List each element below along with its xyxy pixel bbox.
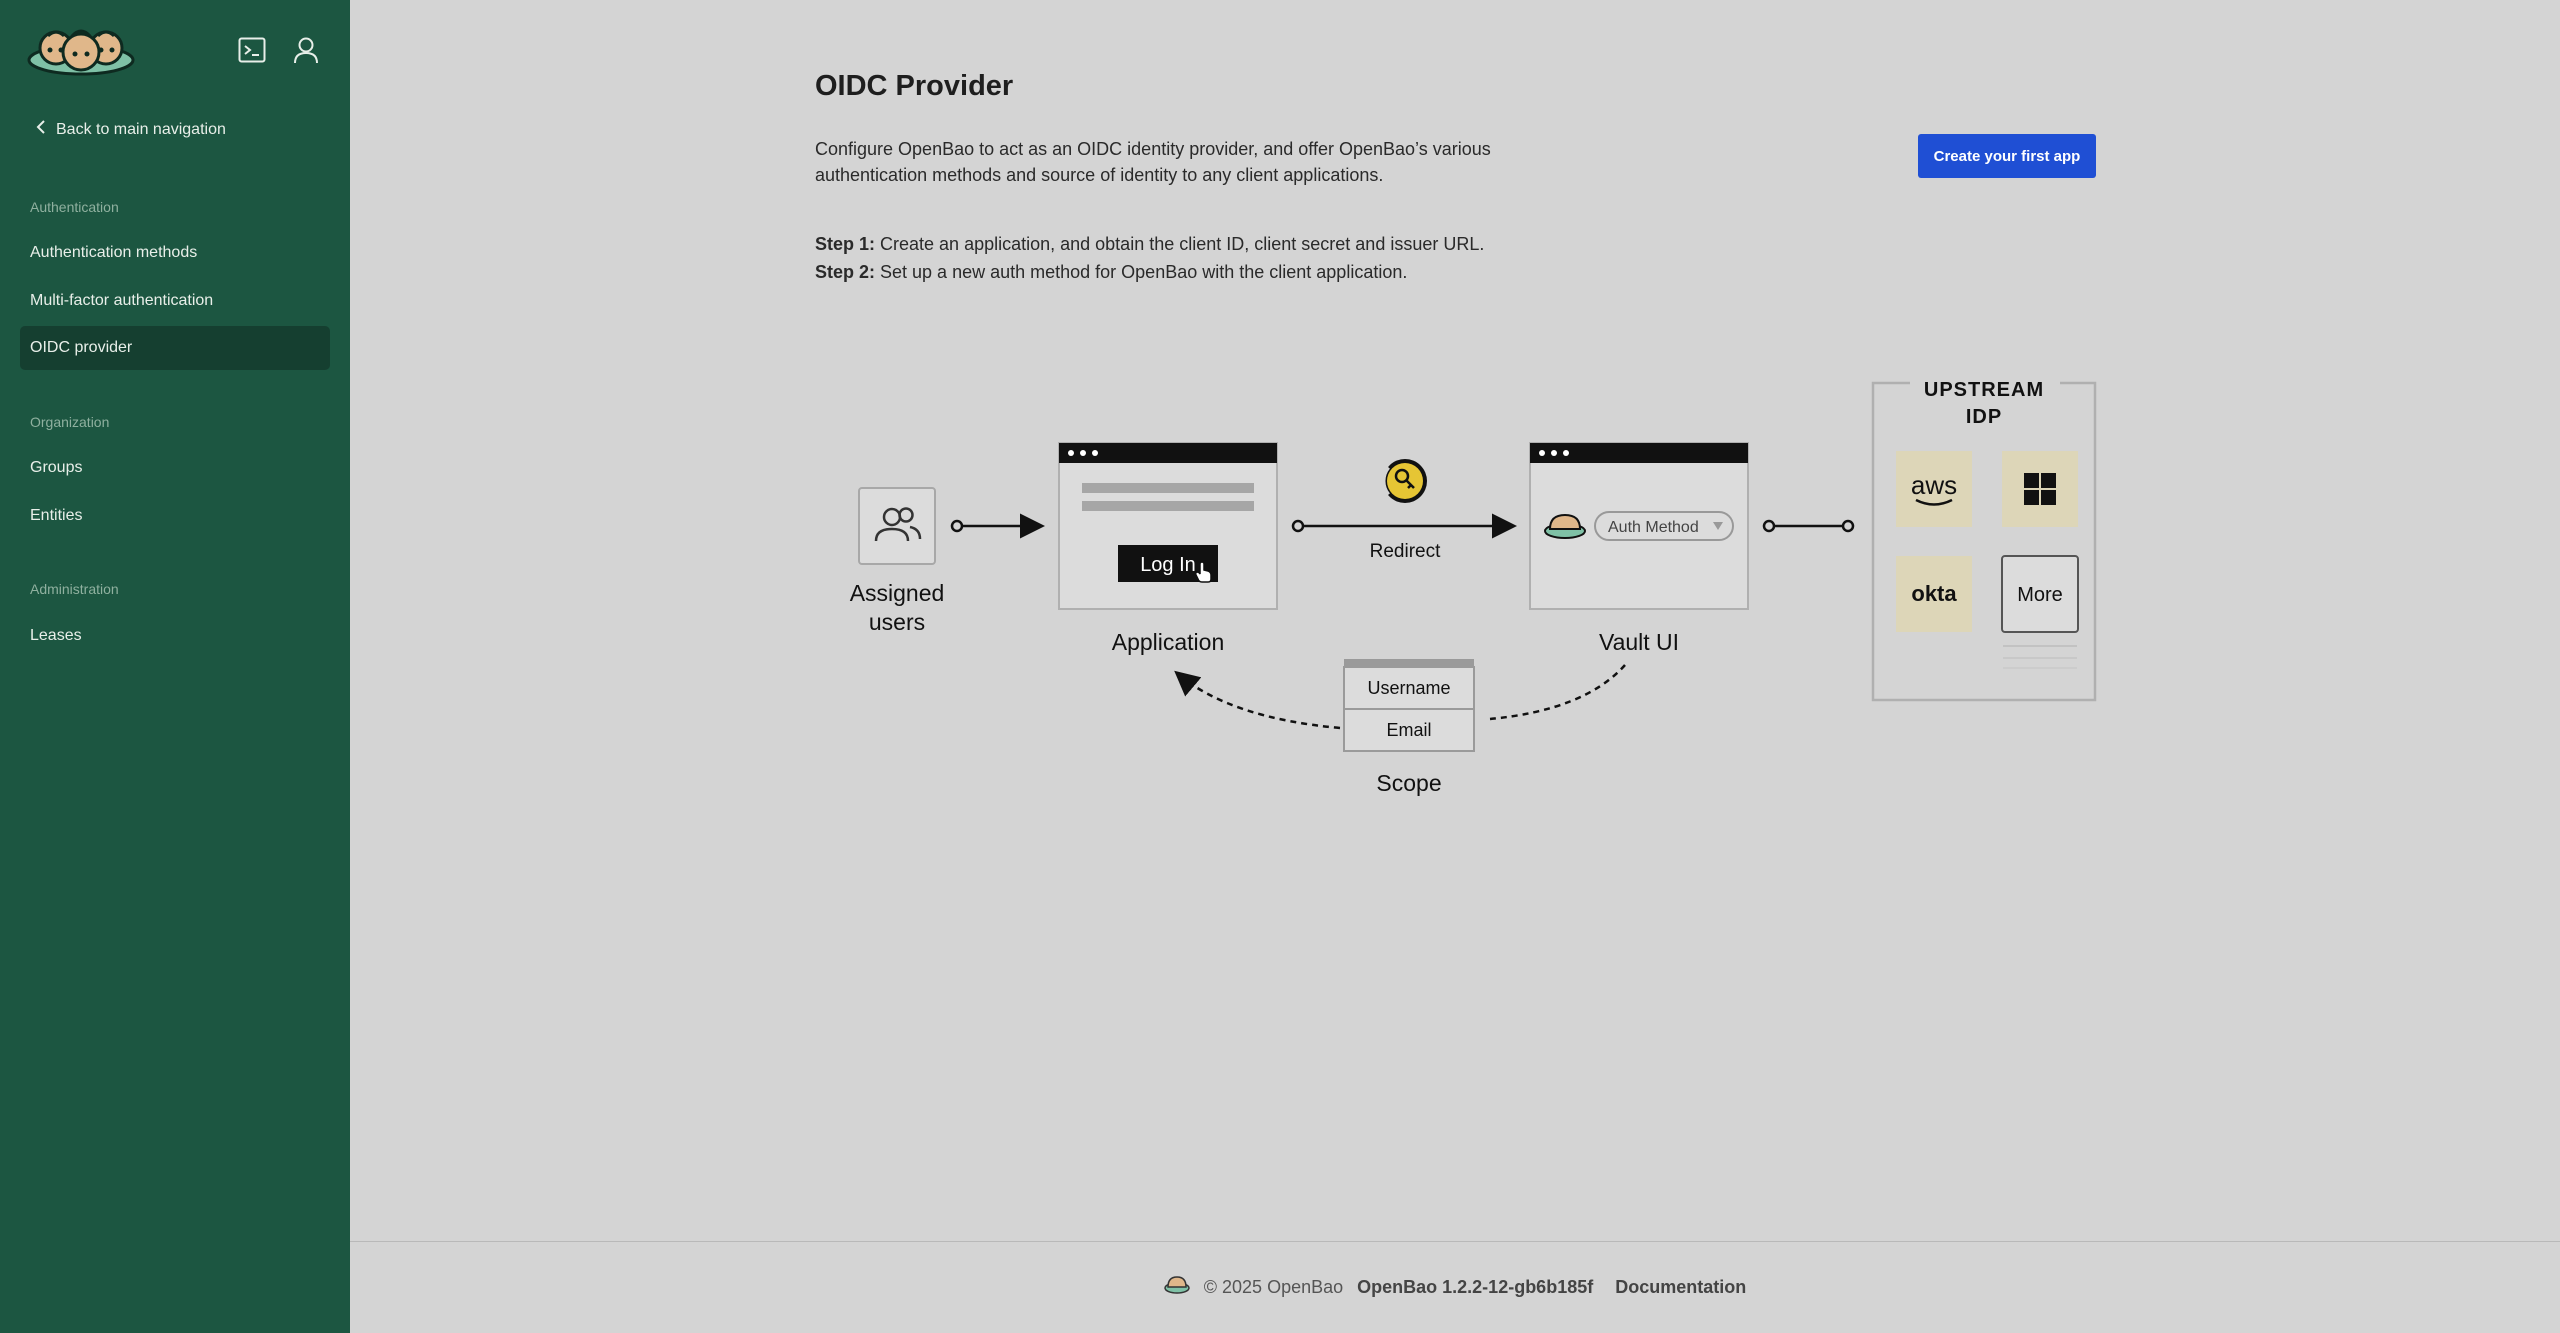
assigned-users-label-line1: Assigned (850, 580, 945, 606)
assigned-users-node: Assigned users (850, 487, 945, 635)
okta-logo-text: okta (1911, 581, 1957, 606)
sidebar-item-leases[interactable]: Leases (20, 614, 330, 658)
login-label: Log In (1140, 554, 1196, 576)
scope-box: Username Email Scope (1343, 659, 1475, 796)
main-content: OIDC Provider Configure OpenBao to act a… (350, 0, 2560, 1333)
scope-label: Scope (1376, 770, 1441, 796)
idp-microsoft-tile (2002, 451, 2078, 527)
arrow-users-to-app (950, 513, 1045, 539)
sidebar-item-groups[interactable]: Groups (20, 446, 330, 490)
idp-more-tile: More (2001, 555, 2079, 669)
footer: © 2025 OpenBao OpenBao 1.2.2-12-gb6b185f… (350, 1241, 2560, 1333)
auth-method-label: Auth Method (1608, 519, 1699, 536)
section-organization: Organization (30, 414, 110, 430)
footer-version: OpenBao 1.2.2-12-gb6b185f (1357, 1277, 1594, 1297)
create-first-app-button[interactable]: Create your first app (1918, 134, 2096, 178)
openbao-footer-logo-icon (1164, 1276, 1190, 1299)
application-label: Application (1112, 629, 1225, 655)
scope-item-email: Email (1386, 720, 1431, 740)
more-label: More (2017, 584, 2063, 606)
vault-ui-window: Auth Method Vault UI (1529, 442, 1749, 655)
page-title: OIDC Provider (815, 70, 1014, 102)
steps-list: Step 1: Create an application, and obtai… (815, 230, 1484, 286)
scope-item-username: Username (1367, 678, 1450, 698)
aws-logo-text: aws (1911, 470, 1957, 500)
console-icon[interactable] (236, 34, 268, 66)
sidebar: Back to main navigation Authentication A… (0, 0, 350, 1333)
connector-vault-to-idp (1762, 519, 1855, 533)
back-to-main-navigation-link[interactable]: Back to main navigation (36, 120, 226, 139)
footer-copyright: © 2025 OpenBao (1203, 1277, 1344, 1297)
key-icon (1380, 459, 1427, 503)
footer-documentation-link[interactable]: Documentation (1615, 1277, 1746, 1298)
openbao-logo[interactable] (26, 22, 136, 76)
vault-ui-label: Vault UI (1599, 629, 1679, 655)
sidebar-item-authentication-methods[interactable]: Authentication methods (20, 231, 330, 275)
section-authentication: Authentication (30, 199, 119, 215)
idp-aws-tile: aws (1896, 451, 1972, 527)
sidebar-item-entities[interactable]: Entities (20, 494, 330, 538)
sidebar-item-oidc-provider[interactable]: OIDC provider (20, 326, 330, 370)
step-2: Step 2: Set up a new auth method for Ope… (815, 262, 1408, 282)
page-description: Configure OpenBao to act as an OIDC iden… (815, 139, 1491, 185)
upstream-label-line2: IDP (1966, 406, 2002, 428)
section-administration: Administration (30, 581, 119, 597)
idp-okta-tile: okta (1896, 556, 1972, 632)
application-window: Log In Application (1058, 442, 1278, 655)
chevron-left-icon (36, 120, 46, 139)
redirect-arrow: Redirect (1291, 459, 1517, 562)
assigned-users-label-line2: users (869, 609, 925, 635)
upstream-idp-box: UPSTREAM IDP aws okta More (1871, 365, 2097, 702)
redirect-label: Redirect (1370, 541, 1441, 562)
user-icon[interactable] (290, 34, 322, 66)
oidc-flow-diagram: Assigned users Log In Application Redire… (850, 365, 2097, 796)
back-label: Back to main navigation (56, 120, 226, 138)
upstream-label-line1: UPSTREAM (1924, 379, 2044, 401)
sidebar-item-multi-factor-authentication[interactable]: Multi-factor authentication (20, 279, 330, 323)
step-1: Step 1: Create an application, and obtai… (815, 234, 1485, 254)
